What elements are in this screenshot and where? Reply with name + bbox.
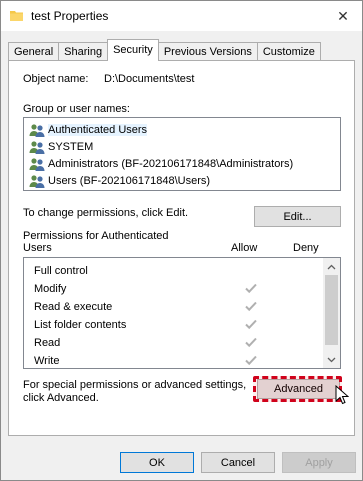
permission-label: Write <box>34 355 60 367</box>
users-icon <box>29 157 45 171</box>
advanced-text-line2: click Advanced. <box>23 392 99 404</box>
apply-button[interactable]: Apply <box>282 452 356 473</box>
tab-customize[interactable]: Customize <box>256 42 321 61</box>
checkmark-icon <box>245 355 257 366</box>
object-name-label: Object name: <box>23 73 89 85</box>
permission-row-read: Read <box>34 334 324 352</box>
tab-strip: General Sharing Security Previous Versio… <box>8 39 321 61</box>
permissions-subject: Users <box>23 242 52 254</box>
cancel-button[interactable]: Cancel <box>201 452 275 473</box>
scroll-down-button[interactable] <box>323 351 340 368</box>
permission-row-list-folder-contents: List folder contents <box>34 316 324 334</box>
chevron-down-icon <box>327 357 336 362</box>
permissions-list[interactable]: Full control Modify Read & execute List … <box>23 257 341 369</box>
permission-label: Read <box>34 337 61 349</box>
checkmark-icon <box>245 319 257 330</box>
permission-row-write: Write <box>34 352 324 368</box>
group-label: SYSTEM <box>48 140 94 153</box>
permissions-title: Permissions for Authenticated <box>23 230 169 242</box>
group-label: Administrators (BF-202106171848\Administ… <box>48 157 294 170</box>
chevron-up-icon <box>327 264 336 269</box>
users-icon <box>29 123 45 137</box>
permission-row-modify: Modify <box>34 280 324 298</box>
scroll-up-button[interactable] <box>323 258 340 275</box>
change-permissions-text: To change permissions, click Edit. <box>23 207 189 219</box>
deny-header: Deny <box>293 242 319 254</box>
permissions-scrollbar[interactable] <box>323 258 340 368</box>
users-icon <box>29 174 45 188</box>
checkmark-icon <box>245 283 257 294</box>
group-label: Users (BF-202106171848\Users) <box>48 174 211 187</box>
edit-button[interactable]: Edit... <box>254 206 341 227</box>
permission-label: Read & execute <box>34 301 113 313</box>
users-icon <box>29 140 45 154</box>
close-button[interactable]: ✕ <box>330 5 356 27</box>
allow-header: Allow <box>231 242 258 254</box>
advanced-button-highlight <box>253 376 342 402</box>
ok-button[interactable]: OK <box>120 452 194 473</box>
advanced-text-line1: For special permissions or advanced sett… <box>23 379 247 391</box>
scroll-thumb[interactable] <box>325 275 338 345</box>
permission-label: List folder contents <box>34 319 127 331</box>
group-list[interactable]: Authenticated Users SYSTEM Administrator… <box>23 117 341 191</box>
checkmark-icon <box>245 301 257 312</box>
permission-row-full-control: Full control <box>34 262 324 280</box>
checkmark-icon <box>245 337 257 348</box>
object-name-value: D:\Documents\test <box>104 73 195 85</box>
tab-previous-versions[interactable]: Previous Versions <box>157 42 258 61</box>
properties-window: test Properties ✕ General Sharing Securi… <box>0 0 363 481</box>
group-item-system[interactable]: SYSTEM <box>29 138 93 155</box>
mouse-cursor-icon <box>335 385 349 405</box>
close-icon: ✕ <box>337 7 349 24</box>
group-names-label: Group or user names: <box>23 103 130 115</box>
permission-row-read-execute: Read & execute <box>34 298 324 316</box>
tab-sharing[interactable]: Sharing <box>58 42 109 61</box>
window-title: test Properties <box>31 9 109 23</box>
tab-security[interactable]: Security <box>107 39 159 61</box>
group-item-administrators[interactable]: Administrators (BF-202106171848\Administ… <box>29 155 293 172</box>
group-item-users[interactable]: Users (BF-202106171848\Users) <box>29 172 210 189</box>
permission-label: Full control <box>34 265 88 277</box>
tab-general[interactable]: General <box>8 42 60 61</box>
title-bar: test Properties ✕ <box>1 1 362 31</box>
folder-icon <box>10 11 23 21</box>
group-label: Authenticated Users <box>48 123 148 136</box>
permission-label: Modify <box>34 283 67 295</box>
group-item-authenticated-users[interactable]: Authenticated Users <box>29 121 148 138</box>
